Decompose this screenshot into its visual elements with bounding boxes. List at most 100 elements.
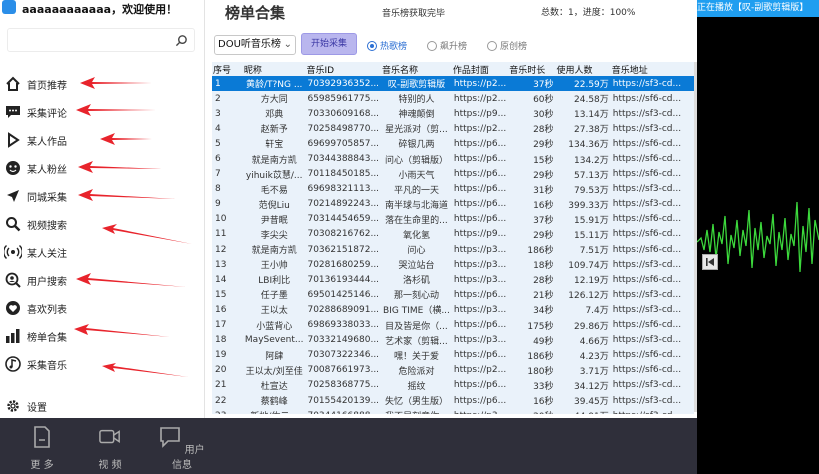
sidebar-item-video-search[interactable]: 视频搜索	[4, 214, 67, 234]
table-cell: 186秒	[527, 246, 554, 257]
table-row[interactable]: 4 赵新予 70258498770... 星光派对（剪... https://p2...…	[212, 121, 694, 136]
sidebar-item-user-fans[interactable]: 某人粉丝	[4, 158, 67, 178]
column-header[interactable]: 使用人数	[556, 62, 611, 76]
comment-icon	[4, 103, 22, 121]
table-cell: 邓典	[265, 110, 284, 121]
table-cell: 7.51万	[579, 246, 609, 257]
annotation-arrow	[78, 189, 176, 201]
table-cell: 赵新予	[260, 125, 288, 136]
table-cell: 5	[215, 138, 221, 149]
table-cell: 2	[215, 93, 221, 104]
table-row[interactable]: 22 蔡鹤峰 70155420139... 失忆（男生版） https://p6... 1…	[212, 393, 694, 408]
user-info-button[interactable]: 用户信息	[156, 426, 208, 471]
table-row[interactable]: 17 小蓝背心 69869338033... 目及皆是你（... https://p6.…	[212, 318, 694, 333]
settings-button[interactable]: 设置	[4, 396, 47, 416]
table-row[interactable]: 13 王小帅 70281680259... 哭泣站台 https://p3... 18秒 1…	[212, 257, 694, 272]
table-row[interactable]: 19 阿肆 70307322346... 嘿！关于爱 https://p6... 186秒…	[212, 348, 694, 363]
bar-chart-icon	[4, 327, 22, 345]
table-cell: 37秒	[508, 76, 556, 92]
table-cell: 王以太/刘至佳	[245, 366, 303, 377]
column-header[interactable]: 序号	[212, 62, 243, 76]
platform-select[interactable]: DOU听音乐榜 ⌄	[214, 35, 296, 55]
bottom-toolbar: 更 多 视 频 用户信息	[0, 418, 697, 474]
radio-hot[interactable]: 热歌榜	[367, 39, 407, 52]
sidebar-item-music[interactable]: 采集音乐	[4, 354, 67, 374]
table-cell: 任子墨	[260, 291, 288, 302]
music-table[interactable]: 序号 昵称 音乐ID 音乐名称 作品封面 音乐时长 使用人数 音乐地址 1 黄龄/T?NG ..…	[212, 62, 694, 414]
table-row[interactable]: 23新地/佐云...70344166888...我不是刻意你...https:/…	[212, 408, 694, 414]
table-row[interactable]: 20 王以太/刘至佳 70087661973... 危险派对 https://p2...…	[212, 363, 694, 378]
table-cell: https://sf3-cd...	[612, 304, 682, 315]
table-cell: 阿肆	[265, 351, 284, 362]
search-icon[interactable]	[175, 34, 188, 47]
table-cell: 24.58万	[574, 95, 609, 106]
table-cell: 175秒	[527, 321, 554, 332]
table-cell: 49秒	[533, 336, 554, 347]
table-cell: https://p3...	[453, 304, 507, 315]
radio-rising[interactable]: 飙升榜	[427, 39, 467, 52]
table-cell: 神魂颠倒	[398, 110, 435, 121]
radio-label: 飙升榜	[440, 42, 468, 52]
table-cell: https://sf3-cd...	[612, 395, 682, 406]
start-button[interactable]: 开始采集	[301, 33, 357, 55]
table-cell: https://p6...	[453, 199, 507, 210]
column-header[interactable]: 音乐地址	[611, 62, 694, 76]
more-button[interactable]: 更 多	[28, 426, 56, 471]
column-header[interactable]: 作品封面	[452, 62, 508, 76]
table-row[interactable]: 18 MaySevent... 70332149680... 艺术家（剪辑... htt…	[212, 333, 694, 348]
sidebar-item-user-works[interactable]: 某人作品	[4, 130, 67, 150]
table-cell: 4	[215, 123, 221, 134]
welcome-text: aaaaaaaaaaaa，欢迎使用！	[22, 3, 178, 16]
table-row[interactable]: 21 杜宣达 70258368775... 摇纹 https://p6... 33秒 34.…	[212, 378, 694, 393]
table-cell: 22	[215, 395, 227, 406]
table-row[interactable]: 5 轩宝 69699705857... 碎银几两 https://p6... 29秒 134…	[212, 136, 694, 151]
video-button[interactable]: 视 频	[96, 426, 124, 471]
table-row[interactable]: 10 尹昔眠 70314454659... 落在生命里的... https://p6..…	[212, 212, 694, 227]
table-cell: 70258498770...	[307, 123, 380, 134]
table-row[interactable]: 15 任子墨 69501425146... 那一刻心动 https://p6... 21秒…	[212, 287, 694, 302]
table-cell: 70332149680...	[307, 335, 380, 346]
column-header[interactable]: 音乐ID	[305, 62, 381, 76]
table-cell: 27.38万	[574, 125, 609, 136]
table-cell: 那一刻心动	[393, 291, 439, 302]
sidebar-item-label: 某人粉丝	[27, 164, 67, 176]
table-row[interactable]: 11 李尖尖 70308216762... 氧化氢 https://p9... 29秒 15…	[212, 227, 694, 242]
sidebar-item-user-follow[interactable]: 某人关注	[4, 242, 67, 262]
progress-text: 总数：1，进度：100%	[541, 8, 636, 18]
radio-original[interactable]: 原创榜	[487, 39, 527, 52]
table-cell: 34秒	[533, 306, 554, 317]
table-row[interactable]: 7 yihuik苡慧/... 70118450185... 小雨天气 https://p…	[212, 167, 694, 182]
player-panel: 正在播放【叹-副歌剪辑版】	[697, 0, 819, 474]
table-row[interactable]: 14 LBI利比 70136193444... 洛杉矶 https://p3... 28秒…	[212, 272, 694, 287]
table-row[interactable]: 6 就是南方凯 70344388843... 问心（剪辑版） https://p6...…	[212, 151, 694, 166]
previous-button[interactable]	[702, 254, 718, 270]
sidebar-item-user-search[interactable]: 用户搜索	[4, 270, 67, 290]
sidebar-item-charts[interactable]: 榜单合集	[4, 326, 67, 346]
table-row[interactable]: 12 就是南方凯 70362151872... 问心 https://p3... 186秒…	[212, 242, 694, 257]
table-cell: 新地/佐云...	[243, 408, 306, 414]
location-arrow-icon	[4, 187, 22, 205]
table-row[interactable]: 16 王以太 70288689091... BIG TIME（横... https://…	[212, 302, 694, 317]
table-cell: 126.12万	[568, 291, 609, 302]
sidebar-item-local[interactable]: 同城采集	[4, 186, 67, 206]
table-row[interactable]: 9 范倪Liu 70214892243... 南半球与北海道 https://p6...…	[212, 197, 694, 212]
table-cell: https://p6...	[453, 169, 507, 180]
table-cell: BIG TIME（横...	[383, 306, 450, 317]
table-cell: 29.86万	[574, 321, 609, 332]
table-cell: https://sf6-cd...	[612, 229, 682, 240]
table-cell: 6	[215, 154, 221, 165]
sidebar-item-comments[interactable]: 采集评论	[4, 102, 67, 122]
table-row[interactable]: 8 毛不易 69698321113... 平凡的一天 https://p6... 31秒 7…	[212, 182, 694, 197]
table-row[interactable]: 2 方大同 65985961775... 特别的人 https://p2... 60秒 24…	[212, 91, 694, 106]
column-header[interactable]: 昵称	[243, 62, 306, 76]
column-header[interactable]: 音乐名称	[381, 62, 452, 76]
search-input[interactable]	[7, 28, 195, 52]
table-row[interactable]: 3 邓典 70330609168... 神魂颠倒 https://p9... 30秒 13.…	[212, 106, 694, 121]
sidebar-item-home[interactable]: 首页推荐	[4, 74, 67, 94]
column-header[interactable]: 音乐时长	[508, 62, 555, 76]
table-row[interactable]: 1 黄龄/T?NG ... 70392936352... 叹-副歌剪辑版 https:/…	[212, 76, 694, 92]
sidebar-item-likes[interactable]: 喜欢列表	[4, 298, 67, 318]
sidebar: aaaaaaaaaaaa，欢迎使用！ 首页推荐 采集评论 某人作品 某人粉丝 同…	[0, 0, 205, 418]
table-cell: 王以太	[260, 306, 288, 317]
radio-label: 热歌榜	[380, 42, 408, 52]
